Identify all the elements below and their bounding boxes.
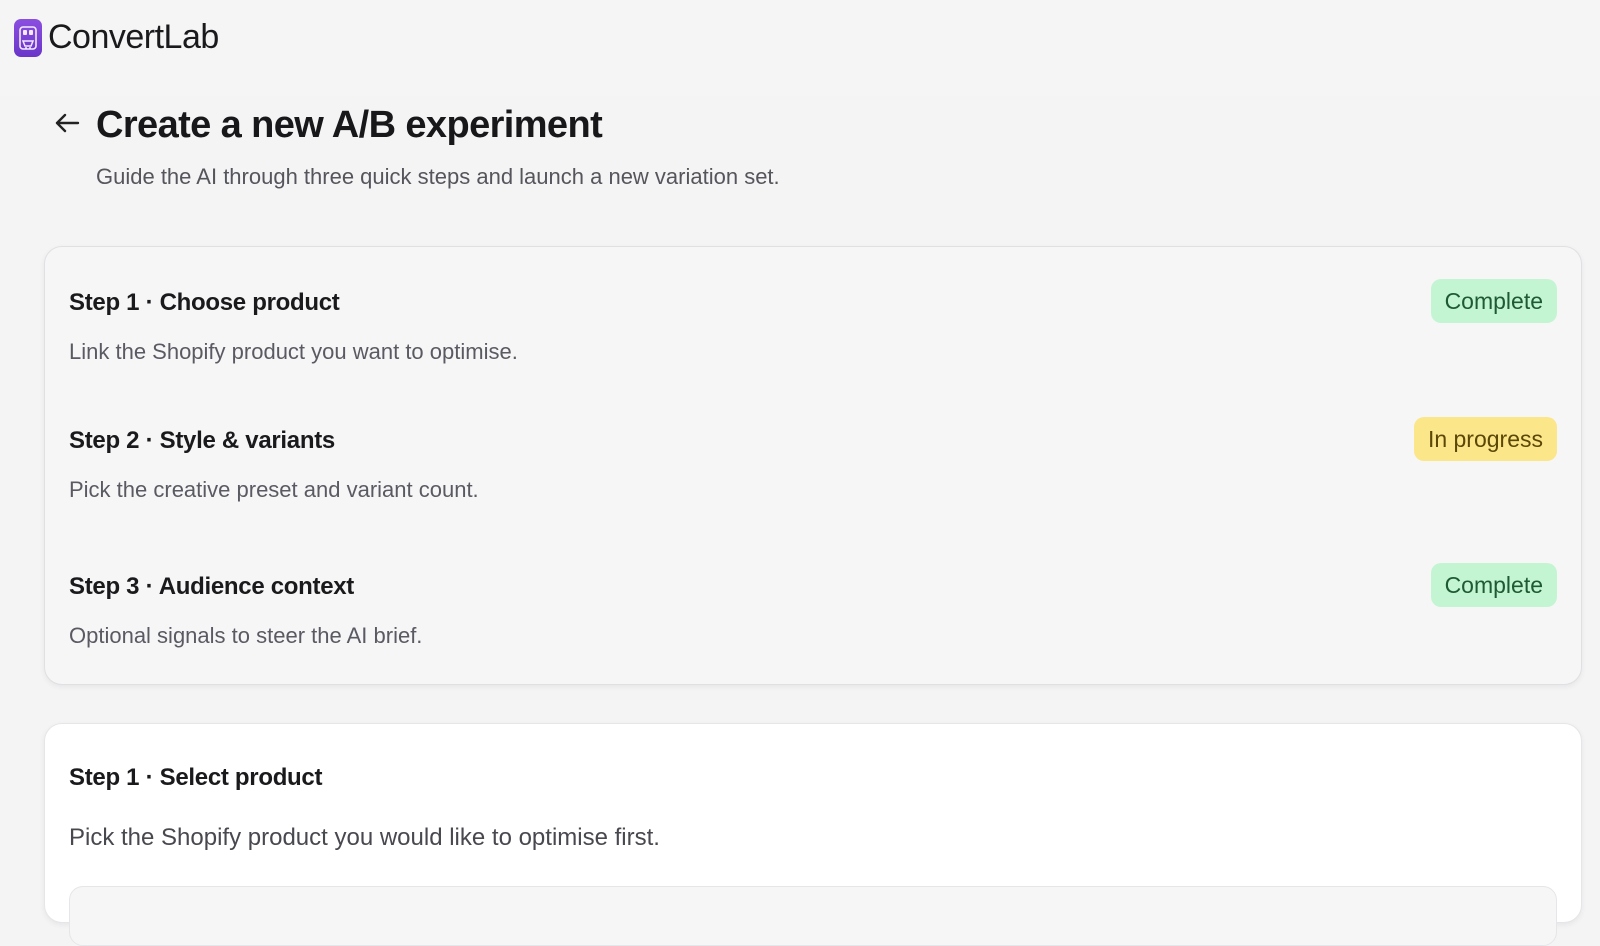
step-item-choose-product[interactable]: Step 1 · Choose product Link the Shopify… xyxy=(69,279,1557,365)
select-product-card: Step 1 · Select product Pick the Shopify… xyxy=(44,723,1582,946)
status-badge: Complete xyxy=(1430,563,1557,607)
steps-overview-card: Step 1 · Choose product Link the Shopify… xyxy=(44,246,1582,685)
arrow-left-icon xyxy=(54,112,80,139)
app-name: ConvertLab xyxy=(48,18,219,56)
page-title: Create a new A/B experiment xyxy=(96,104,603,146)
brand[interactable]: ConvertLab xyxy=(14,18,219,57)
step-item-audience-context[interactable]: Step 3 · Audience context Optional signa… xyxy=(69,563,1557,649)
page-subtitle: Guide the AI through three quick steps a… xyxy=(96,164,780,189)
step-description: Optional signals to steer the AI brief. xyxy=(69,623,423,648)
status-badge: Complete xyxy=(1430,279,1557,323)
section-title: Step 1 · Select product xyxy=(69,764,323,791)
back-button[interactable] xyxy=(52,110,82,140)
step-item-style-variants[interactable]: Step 2 · Style & variants Pick the creat… xyxy=(69,417,1557,503)
status-badge: In progress xyxy=(1413,417,1557,461)
step-description: Pick the creative preset and variant cou… xyxy=(69,477,479,502)
step-title: Step 2 · Style & variants xyxy=(69,427,335,454)
step-description: Link the Shopify product you want to opt… xyxy=(69,339,518,364)
top-bar: ConvertLab xyxy=(0,0,1600,96)
shopping-bag-robot-icon xyxy=(14,18,42,57)
section-description: Pick the Shopify product you would like … xyxy=(69,824,660,851)
step-title: Step 3 · Audience context xyxy=(69,573,355,600)
product-select-field[interactable] xyxy=(69,886,1557,946)
step-title: Step 1 · Choose product xyxy=(69,289,340,316)
